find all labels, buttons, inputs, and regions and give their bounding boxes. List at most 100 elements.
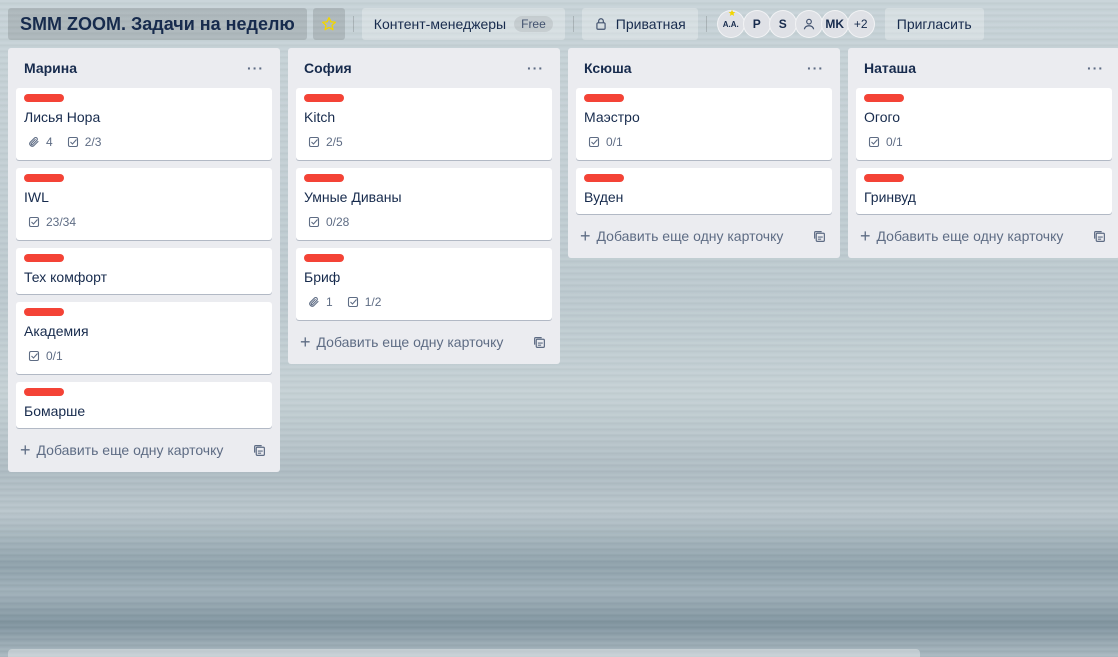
add-card-button[interactable]: + Добавить еще одну карточку [856,222,1112,250]
card-label[interactable] [24,308,64,316]
board-header: SMM ZOOM. Задачи на неделю Контент-менед… [0,0,1118,48]
attachment-badge: 1 [308,295,333,309]
plus-icon: + [580,226,591,246]
list: София ··· Kitch 2/5 Умные Диваны 0/28 Бр… [288,48,560,364]
avatar[interactable]: P [742,10,771,38]
list-title[interactable]: София [304,60,352,76]
invite-button[interactable]: Пригласить [884,8,984,40]
checklist-icon [67,136,78,148]
attachment-badge: 4 [28,135,53,149]
list-header: Ксюша ··· [576,48,832,88]
add-card-button[interactable]: + Добавить еще одну карточку [296,328,552,356]
checklist-badge: 0/1 [28,349,63,363]
avatar[interactable]: A.A. [716,9,745,38]
list-title[interactable]: Марина [24,60,77,76]
card-badges: 2/5 [304,132,544,152]
card[interactable]: Академия 0/1 [16,302,272,374]
checklist-icon [28,350,40,362]
admin-star-icon [728,9,736,16]
card[interactable]: Огого 0/1 [856,88,1112,160]
card-label[interactable] [304,174,344,182]
horizontal-scrollbar[interactable] [8,649,920,657]
plus-icon: + [300,332,311,352]
card-template-icon[interactable] [1093,230,1106,243]
card-title: Огого [864,109,901,125]
member-avatars: A.A. P S MK +2 [716,9,875,38]
card-label[interactable] [24,174,64,182]
more-members-avatar[interactable]: +2 [846,10,875,38]
checklist-icon [588,136,600,148]
header-divider [352,16,354,32]
list-menu-icon[interactable]: ··· [803,60,828,76]
card-badges: 4 2/3 [24,132,264,152]
checklist-badge: 23/34 [28,215,76,229]
add-card-button[interactable]: + Добавить еще одну карточку [576,222,832,250]
checklist-badge: 0/28 [308,215,349,229]
add-card-label: Добавить еще одну карточку [316,334,504,350]
plus-icon: + [860,226,871,246]
checklist-badge: 0/1 [868,135,903,149]
card-label[interactable] [24,388,64,396]
list-menu-icon[interactable]: ··· [1083,60,1108,76]
card[interactable]: Лисья Нора 4 2/3 [16,88,272,160]
add-card-button[interactable]: + Добавить еще одну карточку [16,436,272,464]
visibility-button[interactable]: Приватная [581,8,698,40]
card-badges: 0/1 [864,132,1104,152]
card-label[interactable] [584,174,624,182]
card[interactable]: Бриф 1 1/2 [296,248,552,320]
card[interactable]: Гринвуд [856,168,1112,214]
card-template-icon[interactable] [813,230,826,243]
card-title: Вуден [584,189,624,205]
star-icon [321,17,336,31]
card-label[interactable] [304,94,344,102]
card-badges: 0/1 [584,132,824,152]
list-title[interactable]: Ксюша [584,60,632,76]
card[interactable]: IWL 23/34 [16,168,272,240]
avatar[interactable]: S [768,10,797,38]
card-title: Тех комфорт [24,269,108,285]
list-title[interactable]: Наташа [864,60,916,76]
star-button[interactable] [312,8,345,40]
list-menu-icon[interactable]: ··· [243,60,268,76]
card-label[interactable] [584,94,624,102]
card[interactable]: Маэстро 0/1 [576,88,832,160]
avatar[interactable]: MK [820,10,849,38]
add-card-label: Добавить еще одну карточку [876,228,1064,244]
visibility-label: Приватная [615,16,686,32]
paperclip-icon [309,296,319,307]
list-header: Наташа ··· [856,48,1112,88]
card-template-icon[interactable] [253,444,266,457]
card-template-icon[interactable] [533,336,546,349]
board-title[interactable]: SMM ZOOM. Задачи на неделю [8,8,307,40]
card-title: Маэстро [584,109,640,125]
checklist-icon [28,216,40,228]
card[interactable]: Kitch 2/5 [296,88,552,160]
card[interactable]: Умные Диваны 0/28 [296,168,552,240]
card-title: Бомарше [24,403,86,419]
card[interactable]: Тех комфорт [16,248,272,294]
list: Ксюша ··· Маэстро 0/1 Вуден + Добавить ещ… [568,48,840,258]
card-label[interactable] [24,254,64,262]
list-menu-icon[interactable]: ··· [523,60,548,76]
card-title: IWL [24,189,49,205]
card-badges: 0/28 [304,212,544,232]
card-title: Бриф [304,269,341,285]
card-badges: 1 1/2 [304,292,544,312]
card-label[interactable] [24,94,64,102]
card-label[interactable] [304,254,344,262]
team-label: Контент-менеджеры [373,16,507,32]
card[interactable]: Вуден [576,168,832,214]
card-badges: 23/34 [24,212,264,232]
list-header: Марина ··· [16,48,272,88]
card-label[interactable] [864,94,904,102]
add-card-label: Добавить еще одну карточку [596,228,784,244]
plus-icon: + [20,440,31,460]
avatar[interactable] [794,10,823,38]
checklist-icon [308,216,320,228]
card[interactable]: Бомарше [16,382,272,428]
checklist-badge: 0/1 [588,135,623,149]
card-title: Kitch [304,109,336,125]
card-label[interactable] [864,174,904,182]
team-button[interactable]: Контент-менеджеры Free [361,8,565,40]
card-title: Умные Диваны [304,189,402,205]
